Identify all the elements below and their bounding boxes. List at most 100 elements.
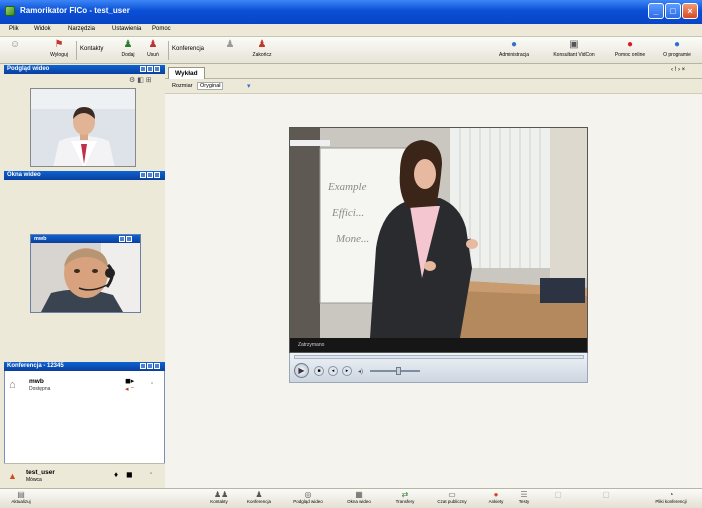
volume-slider[interactable] bbox=[370, 370, 420, 372]
volume-icon[interactable]: ◂) bbox=[358, 368, 363, 375]
local-video-preview bbox=[30, 88, 136, 167]
panel-restore-icon[interactable] bbox=[147, 172, 153, 178]
panel-close-icon[interactable] bbox=[154, 66, 160, 72]
conference-join-icon: ♟ bbox=[225, 39, 235, 50]
participant-menu-icon[interactable]: ▫ bbox=[151, 381, 153, 387]
transfer-icon: ⇄ bbox=[401, 490, 409, 499]
remove-contact-button[interactable]: ♟ Usuń bbox=[144, 39, 162, 61]
conference-group-label: Konferencja bbox=[172, 46, 205, 52]
about-button[interactable]: ● O programie bbox=[656, 39, 698, 61]
chat-icon: ▭ bbox=[448, 490, 456, 499]
menu-tools[interactable]: Narzędzia bbox=[68, 26, 95, 32]
menu-help[interactable]: Pomoc bbox=[152, 26, 171, 32]
bottom-video-windows-button[interactable]: ▦ Okna wideo bbox=[338, 490, 380, 508]
minimize-button[interactable]: _ bbox=[648, 3, 664, 19]
admin-button[interactable]: ● Administracja bbox=[492, 39, 536, 61]
bottom-poll-button[interactable]: ● Ankiety bbox=[482, 490, 510, 508]
main-area: Wykład ‹ ! › × Rozmiar Oryginał ▾ Exampl… bbox=[165, 65, 702, 488]
current-user-name: test_user bbox=[26, 469, 55, 476]
bottom-tests-label: Testy bbox=[518, 499, 530, 504]
volume-slider-thumb[interactable] bbox=[396, 367, 401, 375]
panel-restore-icon[interactable] bbox=[147, 66, 153, 72]
add-contact-button[interactable]: ♟ Dodaj bbox=[118, 39, 138, 61]
maximize-button[interactable]: □ bbox=[665, 3, 681, 19]
bottom-tests-button[interactable]: ☰ Testy bbox=[512, 490, 536, 508]
play-button[interactable]: ▶ bbox=[294, 363, 309, 378]
bottom-conference-button[interactable]: ♟ Konferencja bbox=[240, 490, 278, 508]
bottom-contacts-button[interactable]: ♟♟ Kontakty bbox=[202, 490, 236, 508]
conference-files-button[interactable]: ◔ Pliki konferencji bbox=[644, 490, 698, 508]
toolbar-extra-button[interactable]: ☺ bbox=[6, 39, 24, 61]
contacts-group-label: Kontakty bbox=[80, 46, 104, 52]
conference-join-button[interactable]: ♟ bbox=[222, 39, 238, 61]
remote-video-title: mwb bbox=[34, 236, 47, 242]
preview-tool-icons[interactable]: ⚙ ◧ ⊞ bbox=[129, 76, 152, 84]
remote-video-window: mwb bbox=[30, 234, 141, 313]
disabled-icon: ▢ bbox=[602, 490, 610, 499]
size-dropdown-icon[interactable]: ▾ bbox=[247, 82, 251, 90]
panel-minimize-icon[interactable] bbox=[140, 172, 146, 178]
size-label: Rozmiar bbox=[172, 83, 193, 89]
bottom-chat-button[interactable]: ▭ Czat publiczny bbox=[426, 490, 478, 508]
seek-bar[interactable] bbox=[294, 355, 584, 359]
next-button[interactable]: ▸ bbox=[342, 366, 352, 376]
bottom-transfer-button[interactable]: ⇄ Transfery bbox=[386, 490, 424, 508]
participant-row[interactable]: ⌂ mwb Dostępna ◼▸ ◂ ⁼ ▫ bbox=[7, 377, 162, 395]
remote-participant-video bbox=[31, 243, 140, 312]
conference-panel: Konferencja - 12345 ⌂ mwb Dostępna ◼▸ ◂ … bbox=[4, 362, 165, 488]
close-button[interactable]: × bbox=[682, 3, 698, 19]
panel-close-icon[interactable] bbox=[154, 363, 160, 369]
lecture-video-frame: Example Effici... Mone... bbox=[290, 128, 587, 352]
whiteboard-line: Mone... bbox=[335, 233, 369, 245]
current-user-row: ▲ test_user Mówca ♦ ◼ ▫ bbox=[4, 463, 165, 488]
size-select[interactable]: Oryginał bbox=[197, 82, 224, 90]
bottom-video-windows-label: Okna wideo bbox=[347, 499, 371, 504]
camera-icon[interactable]: ◼▸ bbox=[125, 377, 134, 385]
panel-window-controls bbox=[140, 66, 160, 73]
about-label: O programie bbox=[663, 52, 691, 58]
poll-icon: ● bbox=[493, 490, 499, 499]
menu-file[interactable]: Plik bbox=[9, 26, 19, 32]
tab-navigation-controls[interactable]: ‹ ! › × bbox=[671, 67, 685, 73]
tab-strip: Wykład ‹ ! › × bbox=[165, 65, 702, 79]
bottom-conference-label: Konferencja bbox=[246, 499, 272, 504]
app-icon bbox=[5, 6, 15, 16]
participant-list: ⌂ mwb Dostępna ◼▸ ◂ ⁼ ▫ bbox=[4, 371, 165, 463]
menu-view[interactable]: Widok bbox=[34, 26, 51, 32]
video-status-text: Zatrzymano bbox=[298, 342, 325, 348]
speaker-icon[interactable]: ◂ ⁼ bbox=[125, 385, 134, 393]
whiteboard-line: Example bbox=[327, 181, 367, 193]
previous-button[interactable]: ◂ bbox=[328, 366, 338, 376]
remote-close-icon[interactable] bbox=[126, 236, 132, 242]
panel-restore-icon[interactable] bbox=[147, 363, 153, 369]
help-online-button[interactable]: ● Pomoc online bbox=[612, 39, 648, 61]
remote-minimize-icon[interactable] bbox=[119, 236, 125, 242]
lecture-video[interactable]: Example Effici... Mone... Zatrzymano bbox=[289, 127, 588, 353]
bottom-video-preview-button[interactable]: ◎ Podgląd wideo bbox=[286, 490, 330, 508]
consultant-button[interactable]: ▣ Konsultant VidCon bbox=[546, 39, 602, 61]
remove-contact-label: Usuń bbox=[147, 52, 159, 58]
participant-name: mwb bbox=[29, 378, 44, 385]
user-camera-icon[interactable]: ◼ bbox=[126, 470, 133, 479]
bottom-poll-label: Ankiety bbox=[488, 499, 504, 504]
logout-icon: ⚑ bbox=[54, 39, 64, 50]
panel-minimize-icon[interactable] bbox=[140, 66, 146, 72]
participant-status: Dostępna bbox=[29, 386, 51, 392]
microphone-icon[interactable]: ♦ bbox=[114, 470, 118, 479]
add-contact-icon: ♟ bbox=[123, 39, 133, 50]
bottom-disabled-button: ▢ bbox=[548, 490, 568, 508]
window-title: Ramorikator FICo - test_user bbox=[20, 6, 130, 15]
user-menu-icon[interactable]: ▫ bbox=[150, 471, 152, 477]
disabled-icon: ▢ bbox=[554, 490, 562, 499]
update-button[interactable]: ▤ Aktualizuj bbox=[4, 490, 38, 508]
panel-close-icon[interactable] bbox=[154, 172, 160, 178]
contacts-icon: ♟♟ bbox=[214, 490, 229, 499]
menu-settings[interactable]: Ustawienia bbox=[112, 26, 141, 32]
whiteboard-line: Effici... bbox=[331, 207, 364, 219]
stop-button[interactable]: ■ bbox=[314, 366, 324, 376]
panel-minimize-icon[interactable] bbox=[140, 363, 146, 369]
end-conference-button[interactable]: ♟ Zakończ bbox=[250, 39, 274, 61]
logout-button[interactable]: ⚑ Wyloguj bbox=[46, 39, 72, 61]
tab-lecture[interactable]: Wykład bbox=[168, 67, 205, 79]
panel-window-controls bbox=[140, 363, 160, 370]
